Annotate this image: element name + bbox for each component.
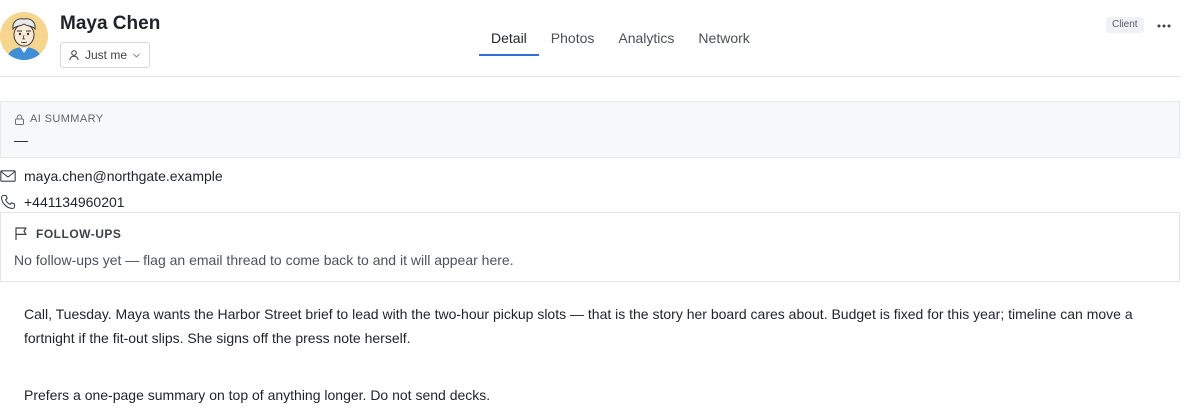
flag-icon — [15, 227, 27, 240]
tab-bar: Detail Photos Analytics Network — [479, 22, 762, 56]
tab-analytics[interactable]: Analytics — [606, 22, 686, 56]
email-value[interactable]: maya.chen@northgate.example — [24, 168, 223, 184]
avatar[interactable] — [0, 12, 48, 60]
email-row: maya.chen@northgate.example — [0, 166, 223, 186]
phone-row: +441134960201 — [0, 192, 125, 212]
person-icon — [69, 50, 79, 61]
note-paragraph: Prefers a one-page summary on top of any… — [24, 387, 491, 403]
more-horizontal-icon — [1157, 24, 1171, 28]
notes-section: Call, Tuesday. Maya wants the Harbor Str… — [24, 302, 1154, 407]
ai-summary-heading: AI SUMMARY — [14, 113, 103, 125]
followups-label: FOLLOW-UPS — [36, 226, 122, 241]
mail-icon — [0, 170, 16, 182]
contact-name: Maya Chen — [60, 13, 161, 34]
tab-network[interactable]: Network — [686, 22, 761, 56]
followups-empty-state: No follow-ups yet — flag an email thread… — [14, 252, 514, 268]
phone-value[interactable]: +441134960201 — [24, 194, 125, 210]
ai-summary-label: AI SUMMARY — [30, 113, 104, 125]
note-paragraph: Call, Tuesday. Maya wants the Harbor Str… — [24, 306, 1133, 346]
tab-photos[interactable]: Photos — [539, 22, 607, 56]
tab-detail[interactable]: Detail — [479, 22, 539, 56]
followups-panel: FOLLOW-UPS No follow-ups yet — flag an e… — [0, 212, 1180, 282]
contact-header: Maya Chen Just me Detail Photos Analytic… — [0, 0, 1180, 77]
visibility-value: Just me — [85, 48, 128, 62]
ai-summary-panel: AI SUMMARY — — [0, 101, 1180, 158]
lock-icon — [15, 113, 24, 125]
more-options-button[interactable] — [1152, 14, 1176, 38]
ai-summary-value: — — [14, 132, 28, 148]
client-badge: Client — [1106, 17, 1144, 33]
chevron-down-icon — [133, 53, 140, 58]
visibility-dropdown[interactable]: Just me — [60, 42, 150, 68]
followups-heading: FOLLOW-UPS — [14, 226, 121, 241]
phone-icon — [0, 194, 16, 210]
